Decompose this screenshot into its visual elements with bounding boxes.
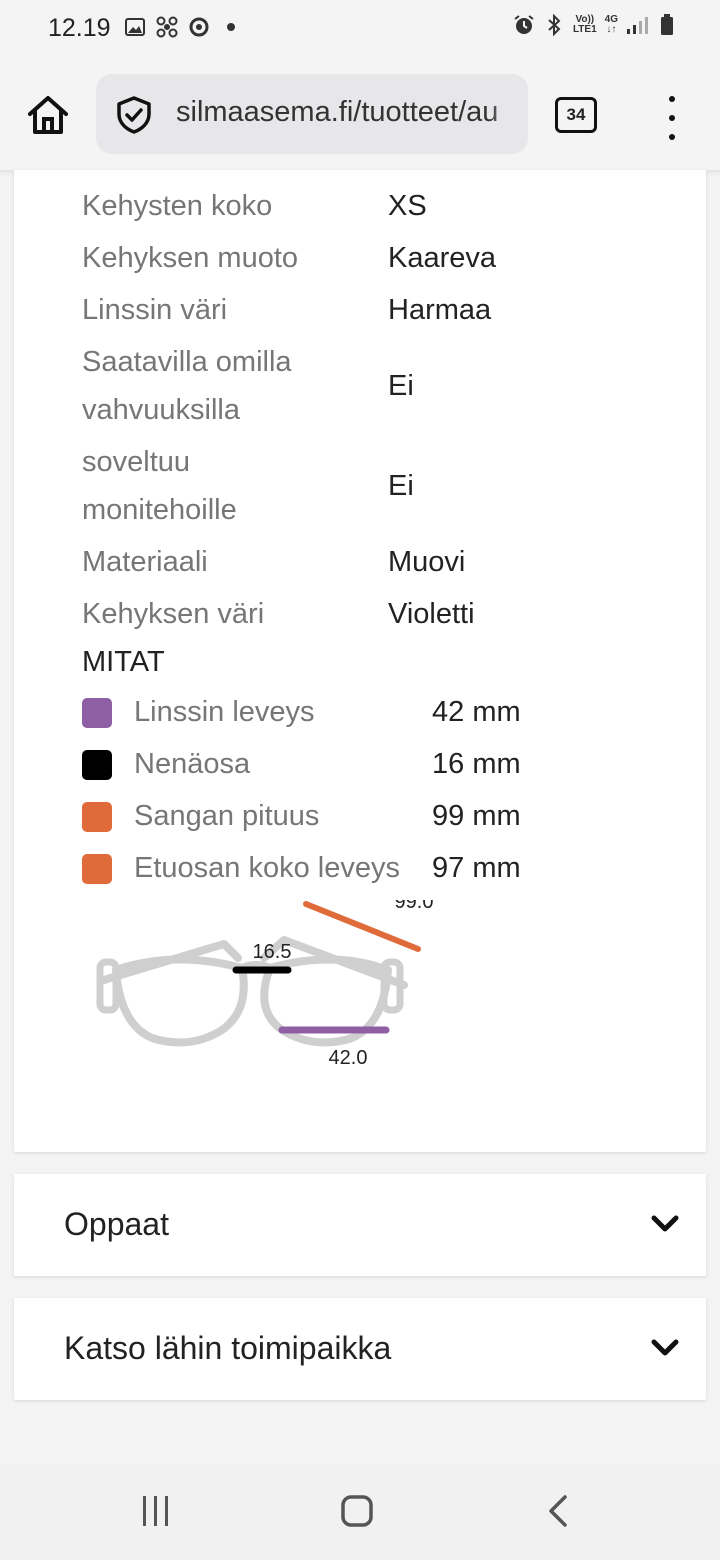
battery-icon bbox=[656, 14, 678, 36]
spec-row-lens-color: Linssin väri Harmaa bbox=[82, 294, 492, 326]
spec-row-frame-size: Kehysten koko XS bbox=[82, 190, 427, 222]
guides-accordion[interactable]: Oppaat bbox=[14, 1174, 706, 1276]
chevron-down-icon bbox=[651, 1339, 679, 1356]
secure-connection-shield-icon[interactable] bbox=[116, 96, 152, 134]
accordion-title-guides: Oppaat bbox=[64, 1206, 169, 1242]
accordion-title-nearest-store: Katso lähin toimipaikka bbox=[64, 1330, 392, 1366]
temple-length-color-swatch bbox=[82, 802, 112, 832]
alarm-icon bbox=[513, 14, 535, 36]
spec-row-frame-shape: Kehyksen muoto Kaareva bbox=[82, 242, 497, 274]
lens-width-measure-label: 42.0 bbox=[329, 1047, 368, 1069]
address-bar[interactable]: silmaasema.fi/tuotteet/au bbox=[96, 74, 528, 154]
status-time: 12.19 bbox=[48, 14, 111, 42]
front-width-color-swatch bbox=[82, 854, 112, 884]
measurement-temple-length: Sangan pituus 99 mm bbox=[82, 800, 682, 842]
sync-notification-icon bbox=[188, 16, 210, 38]
menu-dot-icon bbox=[669, 115, 675, 121]
measurement-bridge: Nenäosa 16 mm bbox=[82, 748, 682, 790]
back-nav-button[interactable] bbox=[546, 1494, 570, 1528]
bridge-measure-label: 16.5 bbox=[253, 941, 292, 963]
recent-apps-button[interactable] bbox=[140, 1494, 172, 1528]
spec-row-material: Materiaali Muovi bbox=[82, 546, 466, 578]
more-options-menu-button[interactable] bbox=[660, 96, 684, 140]
spec-row-multifocal-suitable: soveltuu monitehoille Ei bbox=[82, 446, 414, 526]
signal-strength-icon bbox=[626, 14, 648, 36]
menu-dot-icon bbox=[669, 96, 675, 102]
gallery-notification-icon bbox=[124, 16, 146, 38]
nearest-store-accordion[interactable]: Katso lähin toimipaikka bbox=[14, 1298, 706, 1400]
measurement-front-width: Etuosan koko leveys 97 mm bbox=[82, 852, 682, 894]
data-arrows-icon: ↓↑ bbox=[606, 24, 617, 35]
temple-measure-label: 99.0 bbox=[395, 900, 434, 913]
measurements-heading: MITAT bbox=[82, 646, 165, 678]
volte-indicator: Vo)) LTE1 bbox=[572, 14, 597, 35]
spec-row-prescription-available: Saatavilla omilla vahvuuksilla Ei bbox=[82, 346, 414, 426]
menu-dot-icon bbox=[669, 134, 675, 140]
lens-width-color-swatch bbox=[82, 698, 112, 728]
home-icon bbox=[28, 96, 68, 134]
spec-row-frame-color: Kehyksen väri Violetti bbox=[82, 598, 475, 630]
browser-toolbar: silmaasema.fi/tuotteet/au 34 bbox=[0, 60, 720, 171]
home-nav-button[interactable] bbox=[340, 1494, 374, 1528]
product-details-card: Kehysten koko XS Kehyksen muoto Kaareva … bbox=[14, 170, 706, 1152]
bluetooth-icon bbox=[543, 14, 565, 36]
bridge-color-swatch bbox=[82, 750, 112, 780]
network-type-indicator: 4G ↓↑ bbox=[604, 14, 618, 35]
home-button[interactable] bbox=[24, 92, 72, 140]
measurement-lens-width: Linssin leveys 42 mm bbox=[82, 696, 682, 738]
system-navigation-bar bbox=[0, 1464, 720, 1560]
status-bar: 12.19 Vo)) LTE1 4G ↓↑ bbox=[0, 0, 720, 60]
fan-notification-icon bbox=[156, 16, 178, 38]
url-text: silmaasema.fi/tuotteet/au bbox=[176, 96, 499, 128]
chevron-down-icon bbox=[651, 1215, 679, 1232]
glasses-measurement-diagram: 16.5 99.0 42.0 bbox=[96, 900, 434, 1069]
more-notifications-dot-icon bbox=[220, 16, 242, 38]
tab-switcher-button[interactable]: 34 bbox=[555, 97, 597, 133]
